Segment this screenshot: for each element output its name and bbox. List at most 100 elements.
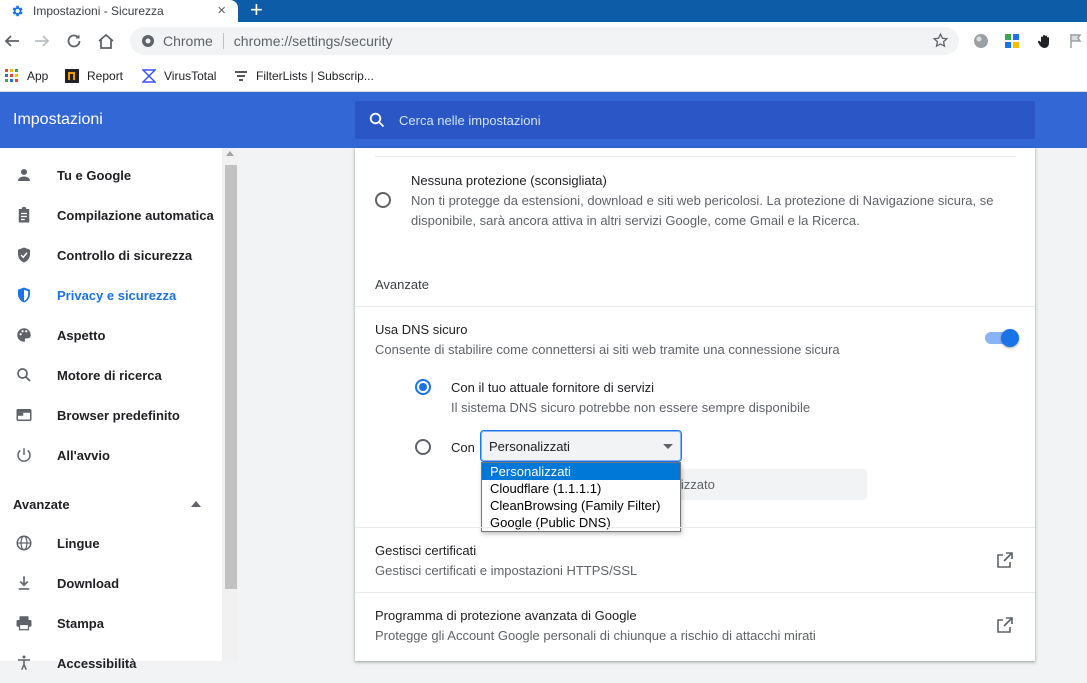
download-icon — [14, 573, 34, 593]
close-icon[interactable]: × — [217, 3, 226, 18]
star-icon[interactable] — [932, 32, 949, 49]
sidebar-item-avvio[interactable]: All'avvio — [0, 435, 222, 475]
sidebar-item-label: Accessibilità — [57, 655, 137, 671]
page-title: Impostazioni — [13, 111, 103, 128]
divider — [355, 527, 1035, 528]
sidebar-item-compilazione[interactable]: Compilazione automatica — [0, 195, 222, 235]
dns-option1-title: Con il tuo attuale fornitore di servizi — [451, 380, 655, 395]
certificates-title: Gestisci certificati — [375, 543, 477, 558]
extension-globe-icon[interactable] — [973, 33, 989, 49]
sidebar-item-aspetto[interactable]: Aspetto — [0, 315, 222, 355]
sidebar-item-label: Compilazione automatica — [57, 207, 214, 223]
sidebar-item-label: Tu e Google — [57, 167, 132, 183]
tab-title: Impostazioni - Sicurezza — [33, 4, 164, 18]
settings-card: Nessuna protezione (sconsigliata) Non ti… — [355, 148, 1035, 661]
certificates-desc: Gestisci certificati e impostazioni HTTP… — [375, 563, 638, 578]
settings-header: Impostazioni — [0, 92, 1087, 148]
divider — [375, 156, 1015, 157]
sidebar-scrollbar-thumb[interactable] — [225, 165, 237, 589]
bookmark-report[interactable]: Report — [65, 66, 123, 86]
open-in-new-icon[interactable] — [997, 552, 1013, 568]
radio-custom-provider[interactable] — [415, 439, 431, 455]
url-prefix: chrome:// — [233, 33, 293, 49]
home-icon — [98, 33, 114, 49]
address-bar[interactable]: Chrome chrome://settings/security — [130, 27, 959, 55]
sidebar-item-lingue[interactable]: Lingue — [0, 523, 222, 563]
dns-provider-select[interactable]: Personalizzati — [480, 430, 682, 462]
extension-blocks-icon[interactable] — [1004, 33, 1020, 49]
dropdown-option[interactable]: Cloudflare (1.1.1.1) — [482, 480, 680, 497]
sidebar-item-label: Controllo di sicurezza — [57, 247, 193, 263]
dropdown-option[interactable]: Personalizzati — [482, 463, 680, 480]
browser-tab[interactable]: Impostazioni - Sicurezza × — [0, 0, 238, 22]
url-path: settings/security — [292, 33, 393, 49]
radio-current-provider[interactable] — [415, 379, 431, 395]
power-icon — [14, 445, 34, 465]
sidebar-item-label: All'avvio — [57, 447, 110, 463]
sidebar-item-accessibilita[interactable]: Accessibilità — [0, 643, 222, 683]
report-logo-icon — [65, 69, 79, 83]
browser-toolbar: Chrome chrome://settings/security — [0, 22, 1087, 60]
back-button[interactable] — [2, 31, 22, 51]
bookmark-label: Report — [87, 69, 124, 83]
sidebar-section-avanzate[interactable]: Avanzate — [13, 497, 70, 512]
scroll-up-arrow[interactable] — [226, 151, 234, 156]
dns-provider-selected: Personalizzati — [489, 438, 570, 454]
dropdown-option[interactable]: Google (Public DNS) — [482, 514, 680, 531]
custom-dns-input[interactable]: lizzato — [678, 469, 867, 500]
bookmark-filterlists[interactable]: FilterLists | Subscrip... — [234, 66, 374, 86]
advanced-protection-desc: Protegge gli Account Google personali di… — [375, 628, 816, 643]
settings-search[interactable] — [355, 101, 1035, 139]
bookmark-apps[interactable]: App — [5, 66, 48, 86]
dropdown-option[interactable]: CleanBrowsing (Family Filter) — [482, 497, 680, 514]
arrow-left-icon — [4, 35, 19, 47]
bookmark-label: VirusTotal — [164, 69, 217, 83]
sidebar-item-tu-e-google[interactable]: Tu e Google — [0, 155, 222, 195]
sidebar-item-stampa[interactable]: Stampa — [0, 603, 222, 643]
palette-icon — [14, 325, 34, 345]
arrow-right-icon — [35, 35, 50, 47]
caret-up-icon[interactable] — [191, 501, 201, 507]
open-in-new-icon[interactable] — [997, 617, 1013, 633]
sidebar-item-controllo[interactable]: Controllo di sicurezza — [0, 235, 222, 275]
sidebar-item-label: Motore di ricerca — [57, 367, 162, 383]
globe-icon — [14, 533, 34, 553]
extension-flag-icon[interactable] — [1068, 33, 1084, 49]
apps-grid-icon — [5, 69, 18, 82]
sidebar: Tu e Google Compilazione automatica Cont… — [0, 148, 222, 671]
printer-icon — [14, 613, 34, 633]
dns-toggle[interactable] — [985, 329, 1019, 347]
no-protection-desc-1: Non ti protegge da estensioni, download … — [411, 193, 994, 208]
search-input[interactable] — [399, 112, 999, 128]
virustotal-icon — [142, 69, 156, 83]
url-text: chrome://settings/security — [234, 33, 393, 49]
no-protection-title: Nessuna protezione (sconsigliata) — [411, 173, 607, 188]
divider — [355, 592, 1035, 593]
sidebar-item-label: Download — [57, 575, 120, 591]
gear-icon — [12, 5, 23, 17]
no-protection-desc-2: disponibile, sarà ancora attiva in altri… — [411, 213, 860, 228]
sidebar-item-label: Aspetto — [57, 327, 106, 343]
home-button[interactable] — [96, 31, 116, 51]
dns-provider-dropdown: Personalizzati Cloudflare (1.1.1.1) Clea… — [481, 462, 681, 532]
radio-no-protection[interactable] — [375, 192, 391, 208]
custom-dns-input-text: lizzato — [678, 477, 715, 492]
sidebar-item-label: Privacy e sicurezza — [57, 287, 177, 303]
bookmark-virustotal[interactable]: VirusTotal — [142, 66, 216, 86]
shield-half-icon — [14, 285, 34, 305]
extension-hand-icon[interactable] — [1037, 33, 1053, 49]
sidebar-item-browser[interactable]: Browser predefinito — [0, 395, 222, 435]
forward-button[interactable] — [32, 31, 52, 51]
sidebar-item-motore[interactable]: Motore di ricerca — [0, 355, 222, 395]
sidebar-item-label: Stampa — [57, 615, 104, 631]
reload-button[interactable] — [64, 31, 84, 51]
sidebar-item-download[interactable]: Download — [0, 563, 222, 603]
reload-icon — [67, 34, 81, 48]
tab-strip: Impostazioni - Sicurezza × + — [0, 0, 1087, 22]
search-icon — [14, 365, 34, 385]
bookmark-label: App — [27, 69, 49, 83]
accessibility-icon — [14, 653, 34, 673]
new-tab-button[interactable]: + — [250, 0, 263, 22]
sidebar-item-privacy[interactable]: Privacy e sicurezza — [0, 275, 222, 315]
bookmarks-bar: App Report VirusTotal FilterLists | Subs… — [0, 60, 1087, 92]
